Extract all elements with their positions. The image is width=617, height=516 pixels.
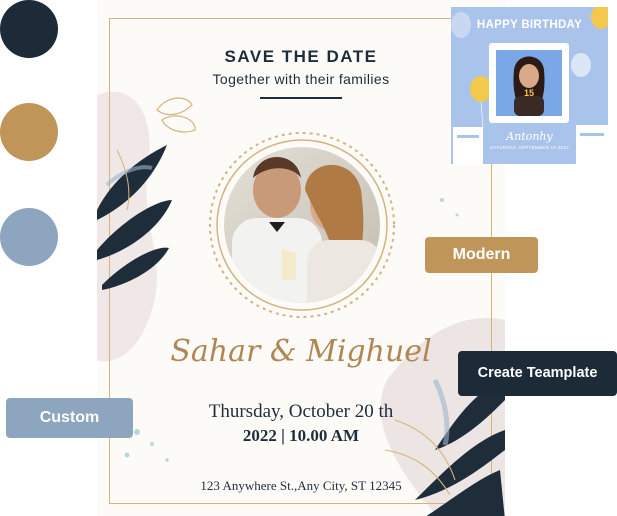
birthday-title: HAPPY BIRTHDAY (476, 19, 583, 31)
create-template-button[interactable]: Create Teamplate (458, 351, 617, 396)
birthday-photo-stamp: 15 (489, 43, 569, 123)
birthday-template-thumbnail[interactable]: HAPPY BIRTHDAY 15 Antonhy SATURDAY, SEPT… (451, 7, 608, 164)
age-badge: 15 (524, 88, 534, 98)
modern-tag-button[interactable]: Modern (425, 237, 538, 273)
swatch-blue[interactable] (0, 208, 58, 266)
event-date: Thursday, October 20 th (208, 401, 394, 422)
couple-photo (209, 132, 395, 318)
birthday-name: Antonhy (506, 130, 553, 143)
event-time: 2022 | 10.00 AM (242, 426, 360, 445)
birthday-date: SATURDAY, SEPTEMBER 10 2022 (489, 145, 570, 150)
card-title: SAVE THE DATE (224, 47, 378, 66)
swatch-navy[interactable] (0, 0, 58, 58)
couple-photo-frame (207, 130, 397, 320)
birthday-photo: 15 (496, 50, 562, 116)
event-address: 123 Anywhere St.,Any City, ST 12345 (200, 478, 402, 493)
title-divider (260, 97, 342, 99)
girl-portrait: 15 (496, 50, 562, 116)
custom-tag-button[interactable]: Custom (6, 398, 133, 438)
couple-names: Sahar & Mighuel (170, 334, 432, 369)
leaf-decoration-left (97, 97, 196, 290)
card-subtitle: Together with their families (212, 71, 390, 87)
swatch-gold[interactable] (0, 103, 58, 161)
